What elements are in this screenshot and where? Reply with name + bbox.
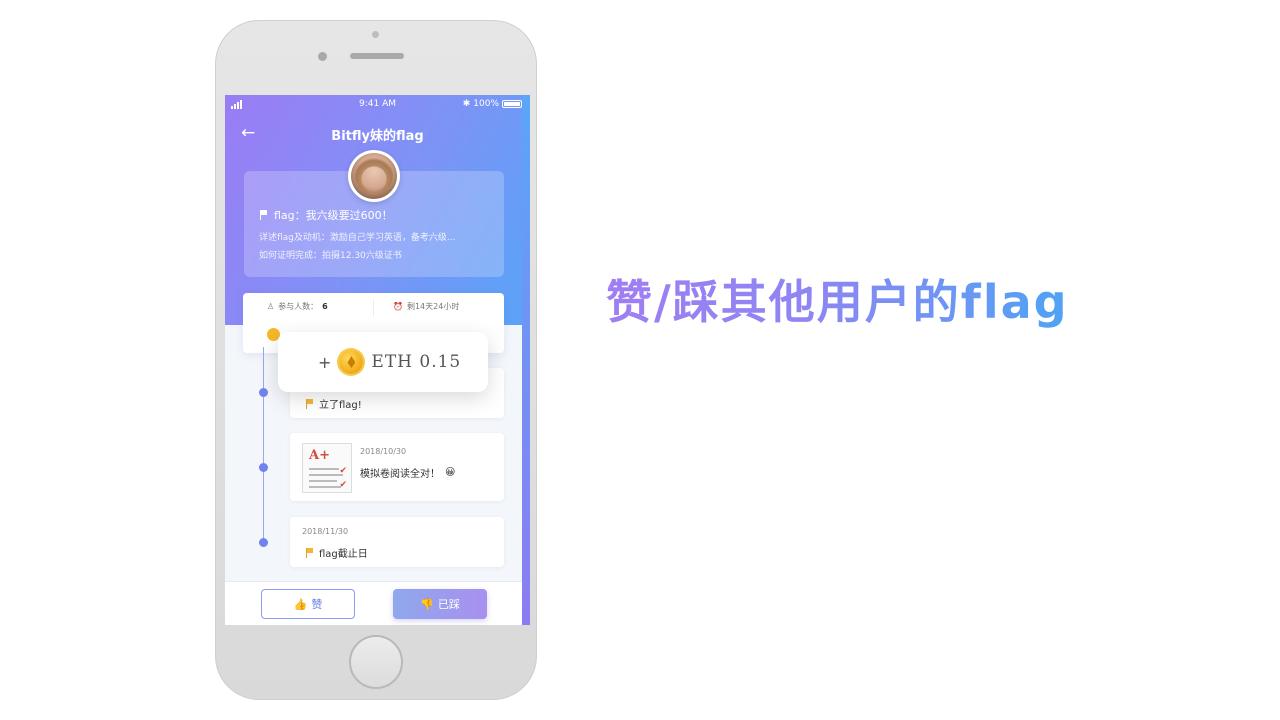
timeline-item: A+ ✔ ✔ 2018/10/30 模拟卷阅读全对！ 😀 [290, 433, 504, 501]
flag-title: flag：我六级要过600！ [274, 209, 393, 222]
action-bar: 👍 赞 👎 已踩 [225, 581, 530, 625]
phone-speaker [350, 53, 404, 59]
timeline-text: 立了flag! [319, 400, 362, 411]
timeline-line [263, 347, 264, 547]
trample-button[interactable]: 👎 已踩 [393, 589, 487, 619]
thumbs-down-icon: 👎 [420, 597, 434, 611]
time-left: 剩14天24小时 [406, 302, 460, 311]
alarm-clock-icon: ⏰ [393, 302, 403, 311]
participants-stat: ♙ 参与人数： 6 [267, 301, 328, 312]
timeline-dot [259, 463, 268, 472]
divider [373, 299, 374, 317]
battery-indicator: ✱ 100% [463, 99, 522, 109]
screen-edge [522, 95, 530, 625]
slide: 9:41 AM ✱ 100% ← Bitfly妹的flag flag：我六级要过… [0, 0, 1280, 720]
phone-sensor [318, 52, 327, 61]
bluetooth-icon: ✱ [462, 99, 471, 109]
avatar[interactable] [348, 150, 400, 202]
eth-coin-icon [339, 350, 364, 374]
exam-paper-image[interactable]: A+ ✔ ✔ [302, 443, 352, 493]
reward-amount: ETH 0.15 [371, 352, 462, 372]
like-label: 赞 [311, 598, 323, 611]
trample-label: 已踩 [437, 598, 460, 611]
user-icon: ♙ [267, 302, 275, 311]
battery-percent: 100% [473, 99, 499, 109]
smile-emoji-icon: 😀 [445, 467, 456, 478]
timeline-date: 2018/11/30 [302, 527, 349, 536]
phone-camera [372, 31, 379, 38]
slogan-heading: 赞/踩其他用户的flag [606, 266, 1069, 332]
timeline-dot [259, 538, 268, 547]
flag-icon [260, 210, 268, 220]
reward-plus: + [318, 352, 332, 372]
timeline-date: 2018/10/30 [360, 447, 407, 456]
flag-proof: 如何证明完成：拍摄12.30六级证书 [259, 251, 402, 261]
flag-motivation: 详述flag及动机：激励自己学习英语，备考六级... [259, 233, 456, 243]
flag-icon [306, 398, 314, 409]
thumbs-up-icon: 👍 [293, 597, 308, 611]
time-left-stat: ⏰ 剩14天24小时 [393, 301, 459, 312]
timeline-text: flag截止日 [319, 549, 368, 560]
home-button[interactable] [349, 635, 403, 689]
timeline-item: 2018/11/30 flag截止日 [290, 517, 504, 567]
flag-icon [306, 547, 314, 558]
participants-value: 6 [322, 302, 328, 311]
timeline-text: 模拟卷阅读全对！ [360, 469, 440, 480]
participants-label: 参与人数： [278, 302, 319, 311]
timeline-dot [259, 388, 268, 397]
page-title: Bitfly妹的flag [331, 129, 424, 144]
battery-icon [502, 100, 522, 108]
reward-popup: + ETH 0.15 [278, 332, 488, 392]
like-button[interactable]: 👍 赞 [261, 589, 355, 619]
flag-title-row: flag：我六级要过600！ [260, 207, 393, 223]
status-bar: 9:41 AM ✱ 100% [225, 98, 530, 112]
